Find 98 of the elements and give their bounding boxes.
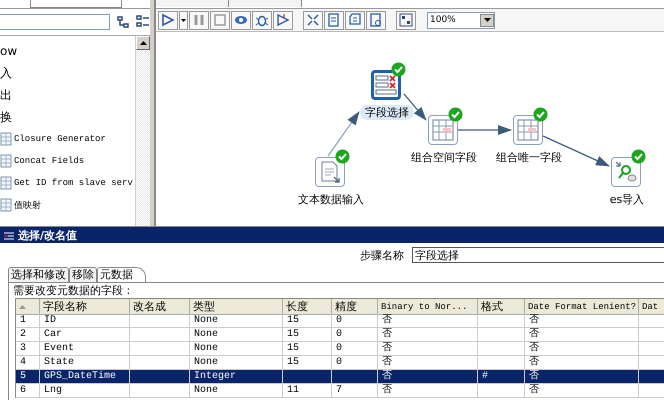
row-number: 1 xyxy=(16,314,40,328)
table-cell: 0 xyxy=(336,343,342,354)
column-header[interactable]: 改名成 xyxy=(130,299,190,315)
step-node[interactable] xyxy=(371,70,401,100)
table-cell: None xyxy=(194,385,218,396)
palette-item[interactable]: 值映射 xyxy=(14,198,41,212)
column-header[interactable]: Dat xyxy=(639,299,664,315)
table-row[interactable]: 6 Lng None 11 7 否 否 xyxy=(16,384,664,398)
sort-icon xyxy=(19,304,26,308)
step-label: 文本数据输入 xyxy=(297,192,365,207)
table-cell: 否 xyxy=(382,329,392,340)
table-row[interactable]: 2 Car None 15 0 否 否 xyxy=(16,328,664,342)
table-cell: 0 xyxy=(336,329,342,340)
step-label: es导入 xyxy=(608,192,646,207)
table-cell: Event xyxy=(44,343,74,354)
tab[interactable]: 元数据 xyxy=(97,267,146,282)
table-cell: None xyxy=(194,315,218,326)
row-number: 2 xyxy=(16,328,40,342)
palette-item[interactable]: Get ID from slave serv xyxy=(14,178,133,188)
palette-item[interactable]: Closure Generator xyxy=(14,134,106,144)
stop-icon[interactable] xyxy=(210,10,230,30)
panel-tab[interactable] xyxy=(30,0,122,8)
tree-view-icon[interactable] xyxy=(116,15,130,29)
table-cell: 否 xyxy=(529,371,539,382)
step-node[interactable] xyxy=(611,157,641,187)
table-cell: None xyxy=(194,343,218,354)
zoom-dropdown[interactable]: 100% xyxy=(427,12,495,28)
up-arrow-icon xyxy=(140,41,146,45)
table-cell: Integer xyxy=(194,371,236,382)
step-node[interactable] xyxy=(428,115,458,145)
palette-item[interactable]: 入 xyxy=(0,64,12,82)
table-cell: 否 xyxy=(382,315,392,326)
palette-item[interactable]: ow xyxy=(0,44,18,58)
tab[interactable]: 选择和修改 xyxy=(8,267,69,282)
table-cell: # xyxy=(482,371,488,382)
scroll-up-button[interactable] xyxy=(136,36,150,50)
palette-item[interactable]: Concat Fields xyxy=(14,156,84,166)
eye-icon[interactable] xyxy=(231,10,251,30)
table-cell: 否 xyxy=(529,385,539,396)
fields-label: 需要改变元数据的字段 : xyxy=(12,283,132,298)
table-cell: ID xyxy=(44,315,56,326)
table-cell: 15 xyxy=(287,329,300,340)
step-name-field[interactable]: 字段选择 xyxy=(412,247,664,263)
caret-icon xyxy=(484,18,490,22)
palette-item[interactable]: 出 xyxy=(0,86,12,104)
table-cell: 15 xyxy=(287,315,300,326)
dialog-icon xyxy=(4,230,14,240)
search-field[interactable] xyxy=(0,14,110,30)
table-cell: 15 xyxy=(287,357,300,368)
table-cell: 15 xyxy=(287,343,300,354)
table-cell: 否 xyxy=(382,385,392,396)
table-cell: 否 xyxy=(529,315,539,326)
table-cell: 否 xyxy=(529,343,539,354)
column-header[interactable]: Date Format Lenient? xyxy=(525,299,639,315)
table-cell: State xyxy=(44,357,74,368)
table-cell: Car xyxy=(44,329,62,340)
step-label: 字段选择 xyxy=(360,105,414,120)
step-node[interactable] xyxy=(513,115,543,145)
row-number: 3 xyxy=(16,342,40,356)
column-header[interactable]: 精度 xyxy=(332,299,378,315)
table-cell: None xyxy=(194,357,218,368)
table-cell: 0 xyxy=(336,315,342,326)
bug-icon[interactable] xyxy=(252,10,272,30)
table-cell: Lng xyxy=(44,385,62,396)
step-node[interactable] xyxy=(315,157,345,187)
list-view-icon[interactable] xyxy=(136,15,150,29)
align-icon[interactable] xyxy=(396,10,416,30)
table-cell: None xyxy=(194,329,218,340)
step-label: 组合空间字段 xyxy=(410,150,478,165)
column-header[interactable]: 格式 xyxy=(478,299,525,315)
scrollbar[interactable] xyxy=(135,36,150,226)
table-cell: 7 xyxy=(336,385,342,396)
table-cell: 0 xyxy=(336,357,342,368)
dialog-title: 选择/改名值 xyxy=(18,228,78,242)
step-name-label: 步骤名称 xyxy=(360,248,404,262)
column-header[interactable]: Binary to Nor... xyxy=(378,299,478,315)
table-cell: 否 xyxy=(382,357,392,368)
dropdown-icon[interactable] xyxy=(179,10,188,30)
column-header[interactable]: 字段名称 xyxy=(40,299,130,315)
table-cell: 否 xyxy=(382,371,392,382)
row-number: 6 xyxy=(16,384,40,398)
table-cell: GPS_DateTime xyxy=(44,371,116,382)
column-header[interactable]: 类型 xyxy=(190,299,283,315)
table-row[interactable]: 3 Event None 15 0 否 否 xyxy=(16,342,664,356)
row-number: 5 xyxy=(16,370,40,384)
hop-arrow[interactable] xyxy=(327,111,360,156)
hop-arrow[interactable] xyxy=(458,125,512,135)
table-row[interactable]: 5 GPS_DateTime Integer 否 # 否 xyxy=(16,370,664,384)
table-cell: 否 xyxy=(529,357,539,368)
table-cell: 否 xyxy=(529,329,539,340)
table-row[interactable]: 1 ID None 15 0 否 否 xyxy=(16,314,664,328)
table-cell: 11 xyxy=(287,385,300,396)
run-icon[interactable] xyxy=(158,10,178,30)
column-header[interactable]: 长度 xyxy=(283,299,332,315)
table-cell: 否 xyxy=(382,343,392,354)
palette-item[interactable]: 换 xyxy=(0,108,12,126)
tab[interactable]: 移除 xyxy=(69,267,97,282)
step-label: 组合唯一字段 xyxy=(495,150,563,165)
